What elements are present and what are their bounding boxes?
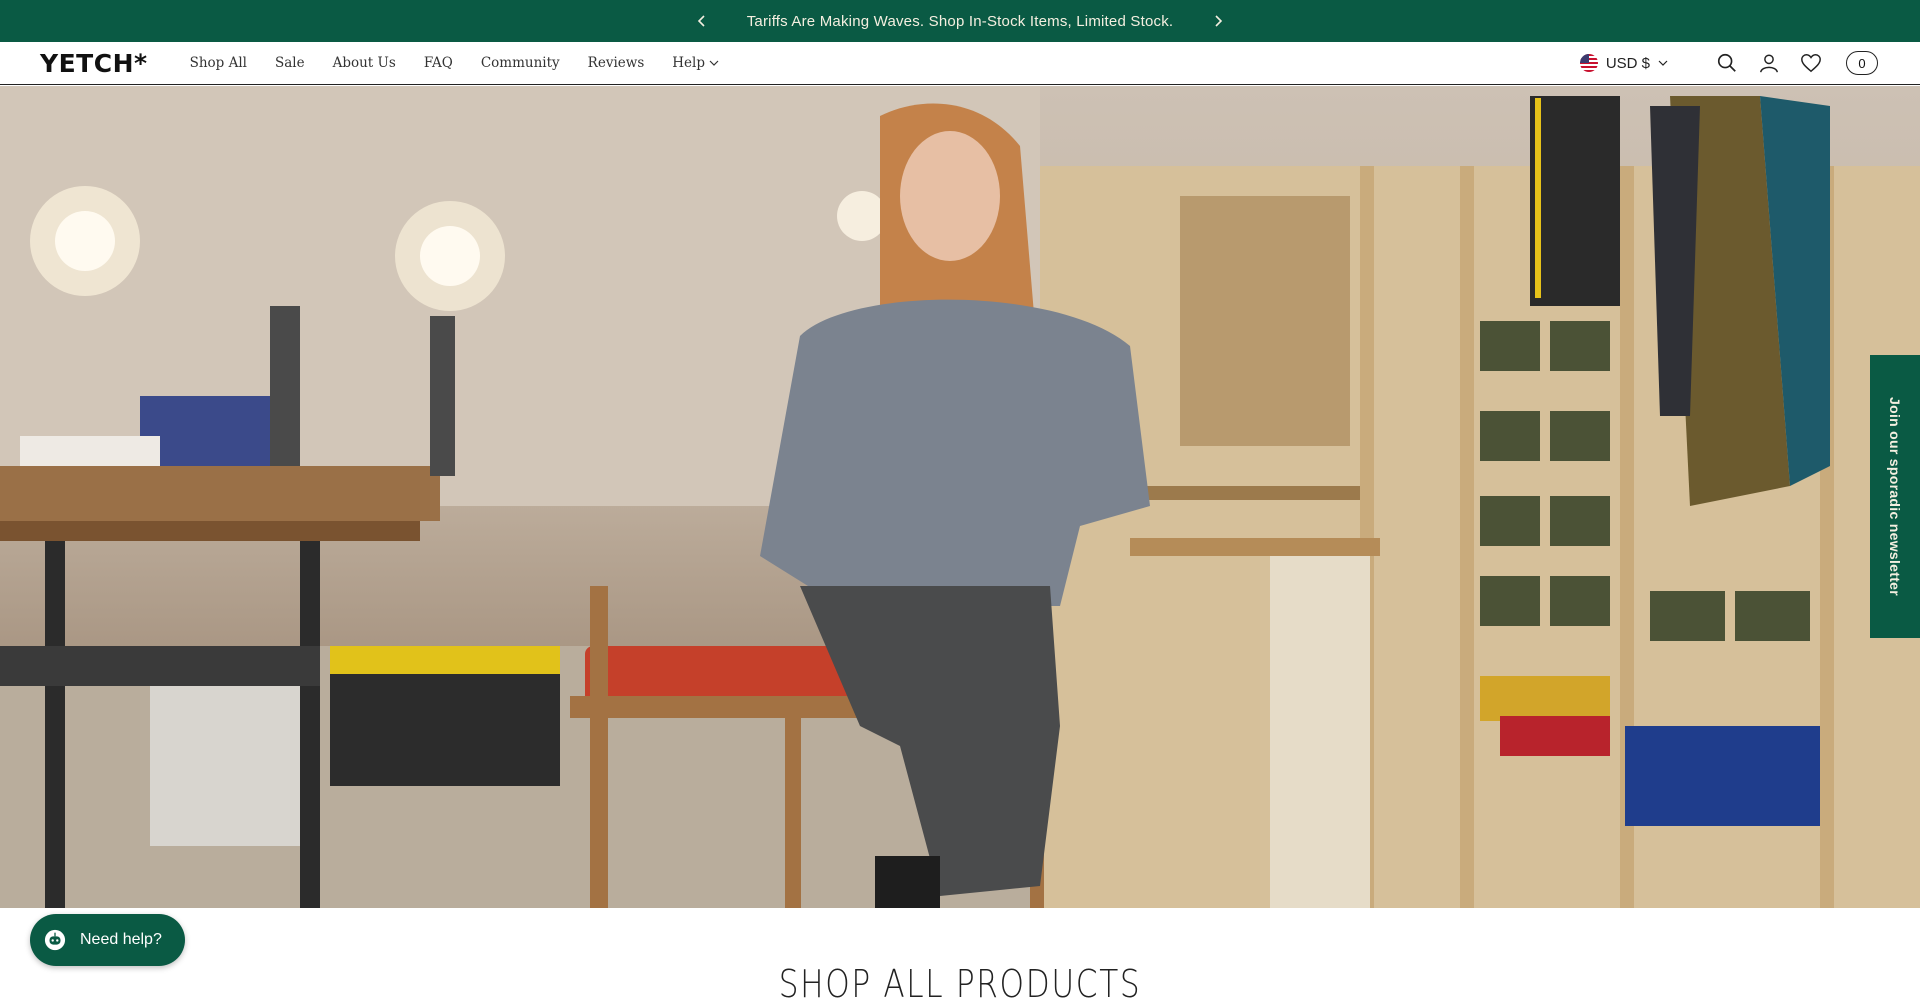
nav-about-us[interactable]: About Us — [319, 55, 410, 71]
site-logo[interactable]: YETCH* — [40, 49, 148, 78]
announcement-prev-button[interactable] — [689, 8, 715, 34]
search-icon — [1717, 53, 1736, 72]
wishlist-button[interactable] — [1798, 50, 1824, 76]
nav-sale[interactable]: Sale — [261, 55, 319, 71]
announcement-message[interactable]: Tariffs Are Making Waves. Shop In-Stock … — [715, 13, 1206, 30]
newsletter-tab[interactable]: Join our sporadic newsletter — [1870, 355, 1920, 638]
chevron-down-icon — [709, 60, 719, 66]
help-chat-button[interactable]: Need help? — [30, 914, 185, 966]
chevron-right-icon — [1215, 15, 1223, 27]
user-icon — [1760, 54, 1778, 73]
hero-video[interactable] — [0, 86, 1920, 908]
cart-button[interactable]: 0 — [1846, 51, 1878, 75]
newsletter-tab-label: Join our sporadic newsletter — [1887, 397, 1903, 596]
chat-bot-icon — [44, 929, 66, 951]
nav-community[interactable]: Community — [467, 55, 574, 71]
currency-label: USD $ — [1605, 54, 1650, 72]
help-chat-label: Need help? — [80, 931, 162, 948]
chevron-left-icon — [697, 15, 705, 27]
nav-help[interactable]: Help — [658, 55, 733, 71]
announcement-next-button[interactable] — [1205, 8, 1231, 34]
search-button[interactable] — [1714, 50, 1740, 76]
account-button[interactable] — [1756, 50, 1782, 76]
us-flag-icon — [1579, 54, 1598, 72]
main-nav: Shop All Sale About Us FAQ Community Rev… — [176, 55, 733, 71]
section-title: SHOP ALL PRODUCTS — [778, 962, 1142, 1006]
hero-scene-image — [0, 86, 1920, 908]
nav-faq[interactable]: FAQ — [410, 55, 467, 71]
nav-reviews[interactable]: Reviews — [574, 55, 659, 71]
currency-selector[interactable]: USD $ — [1579, 54, 1668, 72]
announcement-bar: Tariffs Are Making Waves. Shop In-Stock … — [0, 0, 1920, 42]
chevron-down-icon — [1658, 60, 1668, 66]
nav-shop-all[interactable]: Shop All — [176, 55, 261, 71]
heart-icon — [1801, 54, 1821, 73]
header-actions: USD $ 0 — [1579, 50, 1878, 76]
site-header: YETCH* Shop All Sale About Us FAQ Commun… — [0, 42, 1920, 85]
nav-help-label: Help — [672, 55, 705, 71]
